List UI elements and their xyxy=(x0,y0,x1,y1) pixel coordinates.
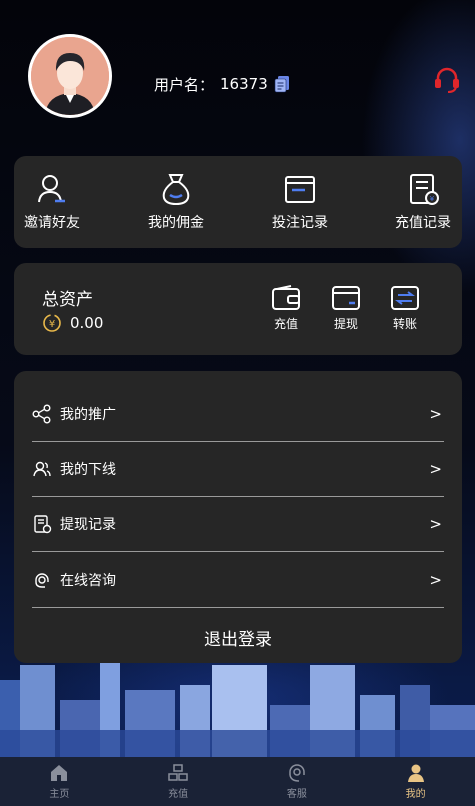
withdraw-button[interactable]: 提现 xyxy=(321,285,371,337)
asset-action-label: 提现 xyxy=(333,317,358,331)
svg-text:¥: ¥ xyxy=(49,319,55,330)
tab-label: 客服 xyxy=(286,789,307,800)
avatar[interactable] xyxy=(28,34,112,118)
asset-action-label: 充值 xyxy=(273,317,298,331)
tab-service[interactable]: 客服 xyxy=(238,757,357,806)
recharge-button[interactable]: 充值 xyxy=(261,285,311,337)
menu-item-downline[interactable]: 我的下线 > xyxy=(32,442,444,497)
menu-item-label: 在线咨询 xyxy=(60,573,116,589)
my-commission-button[interactable]: 我的佣金 xyxy=(131,172,221,232)
quick-action-label: 投注记录 xyxy=(272,215,328,231)
menu-item-online-consult[interactable]: 在线咨询 > xyxy=(32,553,444,608)
quick-action-label: 充值记录 xyxy=(395,215,451,231)
copy-icon[interactable] xyxy=(274,75,290,93)
withdraw-record-icon xyxy=(34,515,52,534)
recharge-record-icon: ¥ xyxy=(410,174,439,205)
tab-label: 充值 xyxy=(168,789,189,800)
yen-coin-icon: ¥ xyxy=(43,314,61,332)
bet-record-button[interactable]: 投注记录 xyxy=(255,172,345,232)
consult-icon xyxy=(35,573,49,588)
tab-profile[interactable]: 我的 xyxy=(356,757,475,806)
chevron-right-icon: > xyxy=(429,460,442,478)
logout-button[interactable]: 退出登录 xyxy=(14,625,462,650)
invite-friends-button[interactable]: 邀请好友 xyxy=(7,172,97,232)
profile-header: 用户名： 16373 xyxy=(0,0,475,150)
quick-action-label: 邀请好友 xyxy=(24,215,80,231)
wallet-icon xyxy=(272,285,300,310)
chevron-right-icon: > xyxy=(429,515,442,533)
menu-item-label: 我的推广 xyxy=(60,407,116,423)
balance: ¥ 0.00 xyxy=(42,313,103,333)
menu-item-promotion[interactable]: 我的推广 > xyxy=(32,387,444,442)
menu-item-label: 提现记录 xyxy=(60,517,116,533)
tab-home[interactable]: 主页 xyxy=(0,757,119,806)
username: 用户名： 16373 xyxy=(154,74,290,94)
quick-action-label: 我的佣金 xyxy=(148,215,204,231)
invite-user-icon xyxy=(38,175,65,203)
tab-recharge[interactable]: 充值 xyxy=(119,757,238,806)
bottom-tab-bar: 主页 充值 客服 我的 xyxy=(0,757,475,806)
tab-label: 主页 xyxy=(49,789,70,800)
transfer-icon xyxy=(391,286,419,310)
menu-card: 我的推广 > 我的下线 > 提现记录 > 在线咨询 > 退出登录 xyxy=(14,371,462,663)
team-icon xyxy=(33,461,51,477)
recharge-icon xyxy=(168,764,188,781)
assets-title: 总资产 xyxy=(42,290,93,310)
quick-actions-card: 邀请好友 我的佣金 投注记录 ¥ 充值记录 xyxy=(14,156,462,248)
money-bag-icon xyxy=(162,174,190,206)
transfer-button[interactable]: 转账 xyxy=(380,285,430,337)
home-icon xyxy=(51,765,68,781)
recharge-record-button[interactable]: ¥ 充值记录 xyxy=(378,172,468,232)
username-value: 16373 xyxy=(220,75,268,93)
asset-action-label: 转账 xyxy=(392,317,417,331)
svg-text:¥: ¥ xyxy=(430,195,435,203)
service-icon xyxy=(289,764,305,782)
user-avatar-icon xyxy=(31,37,109,115)
share-icon xyxy=(32,404,51,424)
tab-label: 我的 xyxy=(405,789,426,800)
chevron-right-icon: > xyxy=(429,571,442,589)
menu-item-label: 我的下线 xyxy=(60,462,116,478)
assets-card: 总资产 ¥ 0.00 充值 提现 转账 xyxy=(14,263,462,355)
profile-icon xyxy=(407,764,424,782)
card-icon xyxy=(332,286,360,310)
username-label: 用户名： xyxy=(154,75,215,94)
bet-record-icon xyxy=(285,176,315,203)
chevron-right-icon: > xyxy=(429,405,442,423)
menu-item-withdraw-record[interactable]: 提现记录 > xyxy=(32,497,444,552)
headset-icon[interactable] xyxy=(432,64,462,94)
balance-value: 0.00 xyxy=(70,314,104,332)
